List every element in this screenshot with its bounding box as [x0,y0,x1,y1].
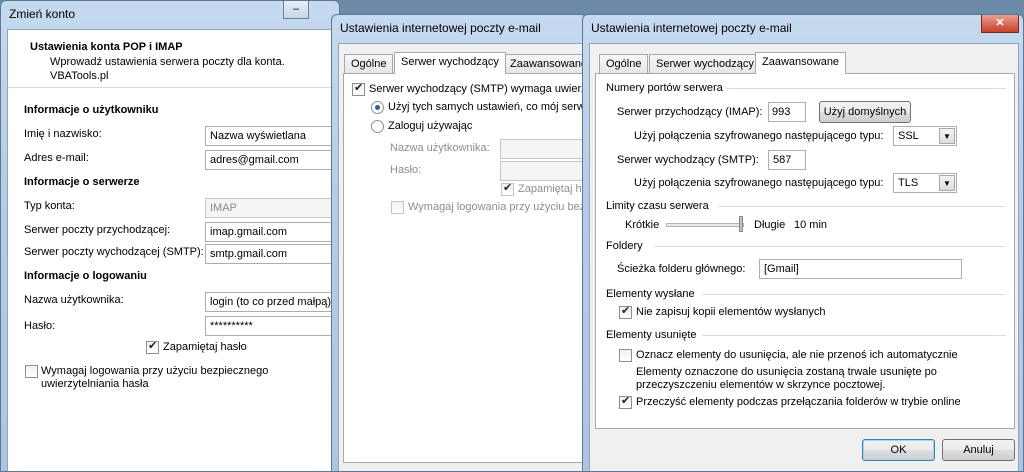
smtp-password-input [500,161,586,181]
email-settings-window-advanced: Ustawienia internetowej poczty e-mail ✕ … [582,14,1024,472]
dropdown-arrow-icon: ▼ [939,128,955,144]
outgoing-encryption-label: Użyj połączenia szyfrowanego następujące… [634,177,884,189]
mark-for-deletion-note-line2: przeczyszczeniu elementów w skrzynce poc… [636,379,886,391]
login-using-radio[interactable] [371,120,384,133]
spa-label-line2[interactable]: uwierzytelniania hasła [41,378,149,390]
login-section-heading: Informacje o logowaniu [24,270,147,282]
window-client: Ustawienia konta POP i IMAP Wprowadź ust… [7,29,339,471]
root-folder-label: Ścieżka folderu głównego: [617,263,746,275]
remember-password-label[interactable]: Zapamiętaj hasło [163,341,247,353]
ports-section-heading: Numery portów serwera [606,82,723,94]
ok-button[interactable]: OK [862,439,935,461]
tab-advanced[interactable]: Zaawansowane [755,52,847,74]
outgoing-encryption-select[interactable]: TLS ▼ [893,173,957,193]
smtp-remember-label: Zapamiętaj ha [518,183,587,195]
timeout-value: 10 min [794,219,828,231]
name-label: Imię i nazwisko: [24,128,102,140]
incoming-port-label: Serwer przychodzący (IMAP): [617,106,763,118]
divider [718,206,1006,207]
account-type-label: Typ konta: [24,200,75,212]
header-title: Ustawienia konta POP i IMAP [30,41,183,53]
close-button[interactable]: ✕ [981,15,1019,33]
timeout-section-heading: Limity czasu serwera [606,200,709,212]
same-settings-radio[interactable] [371,101,384,114]
email-settings-window-outgoing: Ustawienia internetowej poczty e-mail Og… [331,14,587,472]
spa-checkbox[interactable] [25,365,38,378]
smtp-auth-label[interactable]: Serwer wychodzący (SMTP) wymaga uwierzy [369,83,586,95]
incoming-encryption-value: SSL [898,130,919,142]
incoming-server-label: Serwer poczty przychodzącej: [24,224,171,236]
mark-for-deletion-checkbox[interactable] [619,349,632,362]
smtp-remember-checkbox [501,181,514,196]
incoming-server-input[interactable]: imap.gmail.com [205,222,339,242]
no-sent-copies-label[interactable]: Nie zapisuj kopii elementów wysłanych [636,306,826,318]
tab-panel: Numery portów serwera Serwer przychodząc… [595,73,1015,429]
divider [654,246,1006,247]
mark-for-deletion-note-line1: Elementy oznaczone do usunięcia zostaną … [636,366,937,378]
account-type-field: IMAP [205,198,339,218]
username-input[interactable]: login (to co przed małpą) [205,292,339,312]
outgoing-server-label: Serwer poczty wychodzącej (SMTP): [24,246,204,258]
email-input[interactable]: adres@gmail.com [205,150,339,170]
smtp-auth-checkbox[interactable] [352,81,365,96]
change-account-window: Zmień konto Ustawienia konta POP i IMAP … [0,0,340,472]
tab-advanced[interactable]: Zaawansowane [503,54,586,74]
incoming-encryption-label: Użyj połączenia szyfrowanego następujące… [634,130,884,142]
timeout-slider-thumb[interactable] [739,216,743,232]
divider [702,335,1006,336]
use-defaults-button[interactable]: Użyj domyślnych [819,101,911,123]
header-brand: VBATools.pl [50,70,109,82]
no-sent-copies-checkbox[interactable] [619,304,632,319]
header-area: Ustawienia konta POP i IMAP Wprowadź ust… [8,30,339,88]
incoming-port-input[interactable]: 993 [768,102,806,122]
smtp-password-label: Hasło: [390,164,422,176]
login-using-label[interactable]: Zaloguj używając [388,120,472,132]
purge-on-switch-checkbox[interactable] [619,394,632,409]
timeout-slider-track[interactable] [666,223,744,227]
purge-on-switch-label[interactable]: Przeczyść elementy podczas przełączania … [636,396,961,408]
outgoing-encryption-value: TLS [898,177,919,189]
outgoing-port-label: Serwer wychodzący (SMTP): [617,154,759,166]
outgoing-port-input[interactable]: 587 [768,150,806,170]
smtp-username-input [500,139,586,159]
dropdown-arrow-icon: ▼ [939,175,955,191]
tab-general[interactable]: Ogólne [344,54,394,74]
user-section-heading: Informacje o użytkowniku [24,104,159,116]
divider [726,88,1006,89]
password-label: Hasło: [24,320,56,332]
window-client: Ogólne Serwer wychodzący Zaawansowane Nu… [589,43,1019,471]
name-input[interactable]: Nazwa wyświetlana [205,126,339,146]
timeout-long-label: Długie [754,219,786,231]
tab-outgoing-server[interactable]: Serwer wychodzący [649,54,761,74]
deleted-items-section-heading: Elementy usunięte [606,329,697,341]
header-subtitle: Wprowadź ustawienia serwera poczty dla k… [50,56,285,68]
email-label: Adres e-mail: [24,152,89,164]
tab-outgoing-server[interactable]: Serwer wychodzący [394,52,506,74]
smtp-username-label: Nazwa użytkownika: [390,142,490,154]
close-icon: ✕ [995,17,1005,29]
same-settings-label[interactable]: Użyj tych samych ustawień, co mój serwe [388,101,586,113]
outgoing-server-input[interactable]: smtp.gmail.com [205,244,339,264]
tab-general[interactable]: Ogólne [599,54,649,74]
window-title: Ustawienia internetowej poczty e-mail [340,21,541,35]
username-label: Nazwa użytkownika: [24,294,124,306]
sent-items-section-heading: Elementy wysłane [606,288,695,300]
tab-panel: Serwer wychodzący (SMTP) wymaga uwierzy … [343,73,587,463]
mark-for-deletion-label[interactable]: Oznacz elementy do usunięcia, ale nie pr… [636,349,958,361]
cancel-button[interactable]: Anuluj [942,439,1015,461]
folders-section-heading: Foldery [606,240,643,252]
timeout-short-label: Krótkie [625,219,660,231]
smtp-spa-checkbox [391,201,404,214]
spa-label-line1[interactable]: Wymagaj logowania przy użyciu bezpieczne… [41,365,268,377]
server-section-heading: Informacje o serwerze [24,176,140,188]
window-client: Ogólne Serwer wychodzący Zaawansowane Se… [338,43,587,471]
remember-password-checkbox[interactable] [146,339,159,354]
smtp-spa-label: Wymagaj logowania przy użyciu bez [408,201,586,213]
root-folder-input[interactable]: [Gmail] [759,259,962,279]
minimize-button[interactable]: – [283,1,309,19]
divider [702,294,1006,295]
incoming-encryption-select[interactable]: SSL ▼ [893,126,957,146]
password-input[interactable]: ********** [205,316,339,336]
window-title: Ustawienia internetowej poczty e-mail [591,21,792,35]
